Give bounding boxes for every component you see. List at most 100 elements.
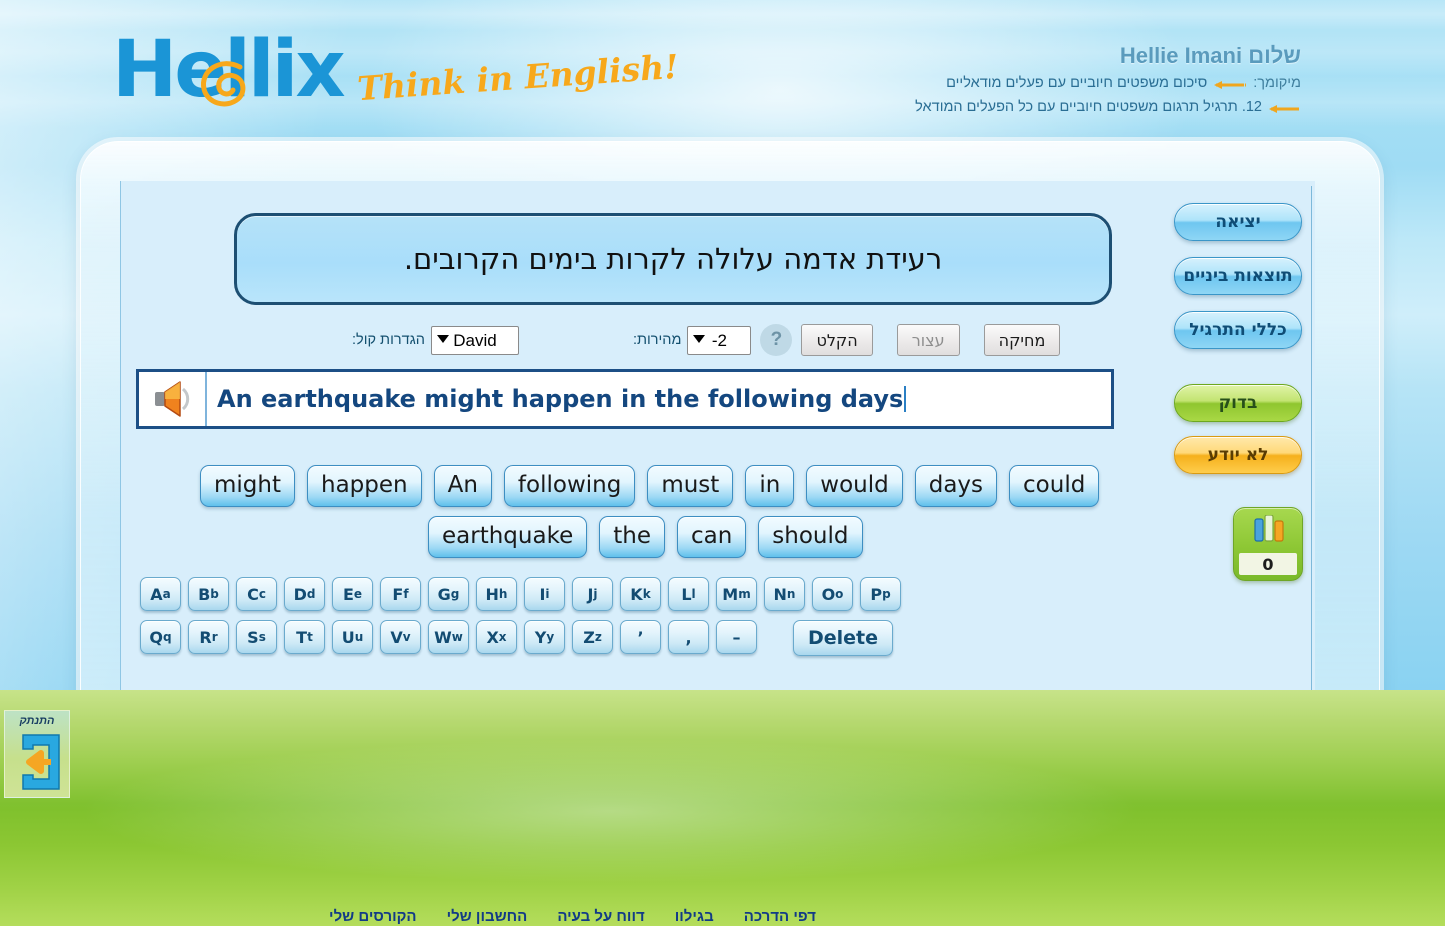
brand-logo[interactable]: Hellix Think in English! — [112, 31, 679, 109]
key-t[interactable]: Tt — [284, 620, 325, 654]
key-e[interactable]: Ee — [332, 577, 373, 611]
answer-input-row[interactable]: An earthquake might happen in the follow… — [136, 369, 1114, 429]
answer-input-field[interactable]: An earthquake might happen in the follow… — [207, 385, 1111, 413]
key-y[interactable]: Yy — [524, 620, 565, 654]
nav-link-my-account[interactable]: החשבון שלי — [447, 908, 528, 925]
word-tile[interactable]: the — [599, 516, 665, 559]
word-tile[interactable]: An — [433, 465, 492, 508]
keyboard-row-1: AaBbCcDdEeFfGgHhIiJjKkLlMmNnOoPp — [140, 577, 920, 611]
keyboard-row-2: Qq Rr Ss Tt Uu Vv Ww Xx Yy Zz’, – Delete — [140, 620, 920, 656]
word-tile[interactable]: should — [758, 516, 863, 559]
key-punct-1[interactable]: , — [668, 620, 709, 654]
key-q[interactable]: Qq — [140, 620, 181, 654]
key-upper: O — [821, 584, 836, 604]
voice-select-wrap[interactable]: David — [430, 325, 519, 355]
word-tile[interactable]: can — [676, 516, 747, 559]
nav-link-guides[interactable]: דפי הדרכה — [744, 908, 816, 925]
speed-select[interactable]: -2 — [687, 325, 752, 355]
speed-select-wrap[interactable]: -2 — [687, 325, 752, 355]
key-p[interactable]: Pp — [860, 577, 901, 611]
key-upper: F — [392, 584, 404, 604]
key-r[interactable]: Rr — [188, 620, 229, 654]
key-v[interactable]: Vv — [380, 620, 421, 654]
key-h[interactable]: Hh — [476, 577, 517, 611]
key-punct-0[interactable]: ’ — [620, 620, 661, 654]
key-upper: V — [390, 627, 403, 647]
word-tile[interactable]: must — [647, 465, 734, 508]
key-punct-2[interactable]: – — [716, 620, 757, 654]
nav-link-bgilvo[interactable]: בגילוו — [675, 908, 714, 925]
key-lower: o — [835, 587, 844, 601]
key-u[interactable]: Uu — [332, 620, 373, 654]
key-c[interactable]: Cc — [236, 577, 277, 611]
exercise-rules-button[interactable]: כללי התרגיל — [1174, 311, 1302, 349]
word-tile[interactable]: earthquake — [428, 516, 588, 559]
key-upper: E — [342, 584, 354, 604]
key-upper: D — [293, 584, 307, 604]
breadcrumb-line-1: מיקומך: סיכום משפטים חיוביים עם פעלים מו… — [946, 75, 1301, 91]
prompt-sentence-text: רעידת אדמה עלולה לקרות בימים הקרובים. — [403, 242, 943, 276]
key-lower: q — [163, 630, 172, 644]
voice-select[interactable]: David — [430, 325, 519, 355]
bottom-navigation: הקורסים שלי החשבון שלי דווח על בעיה בגיל… — [0, 896, 1445, 926]
answer-text-value: An earthquake might happen in the follow… — [217, 385, 904, 413]
key-j[interactable]: Jj — [572, 577, 613, 611]
keyboard-gap — [764, 620, 786, 656]
key-m[interactable]: Mm — [716, 577, 757, 611]
interim-results-button[interactable]: תוצאות ביניים — [1174, 257, 1302, 295]
breadcrumb-text-2[interactable]: 12. תרגיל תרגום משפטים חיוביים עם כל הפע… — [915, 99, 1262, 115]
help-icon[interactable]: ? — [760, 324, 793, 356]
key-upper: X — [486, 627, 499, 647]
word-tile[interactable]: following — [503, 465, 636, 508]
word-tile[interactable]: could — [1009, 465, 1100, 508]
key-upper: N — [773, 584, 787, 604]
key-g[interactable]: Gg — [428, 577, 469, 611]
key-s[interactable]: Ss — [236, 620, 277, 654]
key-k[interactable]: Kk — [620, 577, 661, 611]
score-badge[interactable]: 0 — [1233, 507, 1303, 581]
key-a[interactable]: Aa — [140, 577, 181, 611]
key-upper: M — [722, 584, 739, 604]
key-upper: C — [247, 584, 259, 604]
key-lower: h — [498, 587, 508, 601]
erase-button[interactable]: מחיקה — [983, 324, 1061, 356]
arrow-left-icon-2 — [1269, 102, 1301, 113]
breadcrumb-text-1[interactable]: סיכום משפטים חיוביים עם פעלים מודאליים — [946, 75, 1207, 91]
word-tile[interactable]: days — [914, 465, 998, 508]
check-button[interactable]: בדוק — [1174, 384, 1302, 422]
word-bank: might happen An following must in would … — [200, 465, 1100, 567]
key-z[interactable]: Zz — [572, 620, 613, 654]
key-o[interactable]: Oo — [812, 577, 853, 611]
key-i[interactable]: Ii — [524, 577, 565, 611]
key-l[interactable]: Ll — [668, 577, 709, 611]
key-lower: a — [162, 587, 171, 601]
key-d[interactable]: Dd — [284, 577, 325, 611]
record-button[interactable]: הקלט — [801, 324, 873, 356]
nav-link-my-courses[interactable]: הקורסים שלי — [329, 908, 417, 925]
logout-label: התנתק — [19, 715, 55, 727]
text-cursor — [904, 386, 907, 412]
key-b[interactable]: Bb — [188, 577, 229, 611]
key-w[interactable]: Ww — [428, 620, 469, 654]
bar-chart-icon — [1249, 514, 1287, 548]
speaker-icon[interactable] — [139, 372, 207, 426]
key-n[interactable]: Nn — [764, 577, 805, 611]
logout-button[interactable]: התנתק — [4, 710, 70, 798]
sidebar-button-check-wrap: בדוק — [1174, 384, 1302, 422]
stop-button[interactable]: עצור — [896, 324, 960, 356]
speed-label: מהירות: — [632, 332, 682, 348]
delete-key[interactable]: Delete — [793, 620, 893, 656]
key-f[interactable]: Ff — [380, 577, 421, 611]
word-tile[interactable]: would — [806, 465, 903, 508]
exit-button[interactable]: יציאה — [1174, 203, 1302, 241]
key-lower: n — [786, 587, 796, 601]
breadcrumb-line-2: 12. תרגיל תרגום משפטים חיוביים עם כל הפע… — [915, 99, 1301, 115]
word-tile[interactable]: in — [745, 465, 795, 508]
word-tile[interactable]: might — [200, 465, 295, 508]
sidebar-button-exit-wrap: יציאה — [1174, 203, 1302, 241]
nav-link-report-issue[interactable]: דווח על בעיה — [557, 908, 644, 925]
logo-swirl-icon — [196, 55, 252, 111]
key-x[interactable]: Xx — [476, 620, 517, 654]
word-tile[interactable]: happen — [307, 465, 422, 508]
dont-know-button[interactable]: לא יודע — [1174, 436, 1302, 474]
